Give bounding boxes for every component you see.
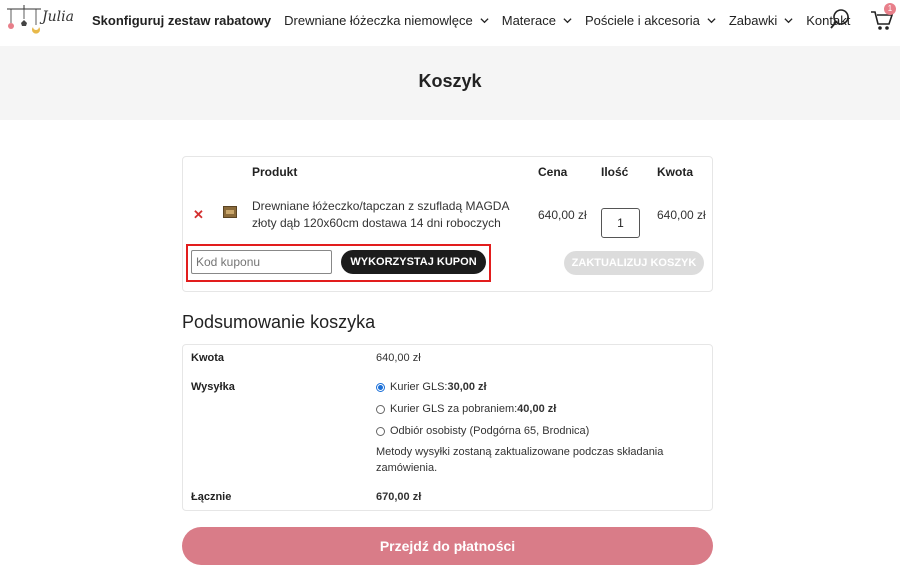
radio-button[interactable] xyxy=(376,404,385,414)
column-header-qty: Ilość xyxy=(601,165,629,179)
remove-item-icon[interactable]: ✕ xyxy=(193,207,204,223)
main-nav: Skonfiguruj zestaw rabatowy Drewniane łó… xyxy=(92,0,863,40)
nav-item-mattresses[interactable]: Materace xyxy=(502,13,572,28)
page-title: Koszyk xyxy=(418,71,482,91)
nav-label[interactable]: Drewniane łóżeczka niemowlęce xyxy=(284,13,473,28)
page-title-band: Koszyk xyxy=(0,46,900,120)
product-price: 640,00 zł xyxy=(538,208,587,222)
nav-label[interactable]: Skonfiguruj zestaw rabatowy xyxy=(92,13,271,28)
cart-count-badge: 1 xyxy=(884,3,896,15)
shipping-option-gls-cod[interactable]: Kurier GLS za pobraniem: 40,00 zł xyxy=(376,403,556,415)
product-thumbnail[interactable] xyxy=(223,206,237,218)
column-header-product: Produkt xyxy=(252,165,298,179)
update-cart-button[interactable]: ZAKTUALIZUJ KOSZYK xyxy=(564,251,704,275)
cart-summary-title: Podsumowanie koszyka xyxy=(182,312,376,332)
shipping-option-pickup[interactable]: Odbiór osobisty (Podgórna 65, Brodnica) xyxy=(376,425,589,437)
chevron-down-icon xyxy=(480,17,489,23)
search-icon[interactable] xyxy=(829,8,851,30)
nav-item-toys[interactable]: Zabawki xyxy=(729,13,793,28)
shipping-label: Wysyłka xyxy=(191,381,235,393)
coupon-code-input[interactable] xyxy=(191,250,332,274)
nav-label[interactable]: Pościele i akcesoria xyxy=(585,13,700,28)
radio-button[interactable] xyxy=(376,382,385,392)
column-header-amount: Kwota xyxy=(657,165,693,179)
apply-coupon-button[interactable]: WYKORZYSTAJ KUPON xyxy=(341,250,486,274)
nav-label[interactable]: Zabawki xyxy=(729,13,777,28)
total-label: Łącznie xyxy=(191,491,232,503)
shipping-option-label: Odbiór osobisty (Podgórna 65, Brodnica) xyxy=(390,425,590,437)
product-amount: 640,00 zł xyxy=(657,208,706,222)
column-header-price: Cena xyxy=(538,165,568,179)
nav-label[interactable]: Materace xyxy=(502,13,556,28)
product-name[interactable]: Drewniane łóżeczko/tapczan z szufladą MA… xyxy=(252,198,522,232)
shipping-option-gls[interactable]: Kurier GLS: 30,00 zł xyxy=(376,381,487,393)
radio-button[interactable] xyxy=(376,426,385,436)
shipping-option-label: Kurier GLS za pobraniem: xyxy=(390,403,518,415)
shipping-option-label: Kurier GLS: xyxy=(390,381,448,393)
logo-text[interactable]: Julia xyxy=(42,9,74,25)
chevron-down-icon xyxy=(707,17,716,23)
site-header: Julia Skonfiguruj zestaw rabatowy Drewni… xyxy=(0,0,900,44)
shipping-note: Metody wysyłki zostaną zaktualizowane po… xyxy=(376,446,664,474)
quantity-input[interactable]: 1 xyxy=(601,208,640,238)
shipping-option-price: 30,00 zł xyxy=(447,381,487,393)
chevron-down-icon xyxy=(563,17,572,23)
nav-item-configure[interactable]: Skonfiguruj zestaw rabatowy xyxy=(92,13,271,28)
chevron-down-icon xyxy=(784,17,793,23)
total-value: 670,00 zł xyxy=(376,491,422,503)
subtotal-value: 640,00 zł xyxy=(376,352,421,364)
nav-item-bedding[interactable]: Pościele i akcesoria xyxy=(585,13,716,28)
subtotal-label: Kwota xyxy=(191,352,224,364)
shipping-option-price: 40,00 zł xyxy=(517,403,557,415)
nav-item-cribs[interactable]: Drewniane łóżeczka niemowlęce xyxy=(284,13,489,28)
checkout-button[interactable]: Przejdź do płatności xyxy=(182,527,713,565)
